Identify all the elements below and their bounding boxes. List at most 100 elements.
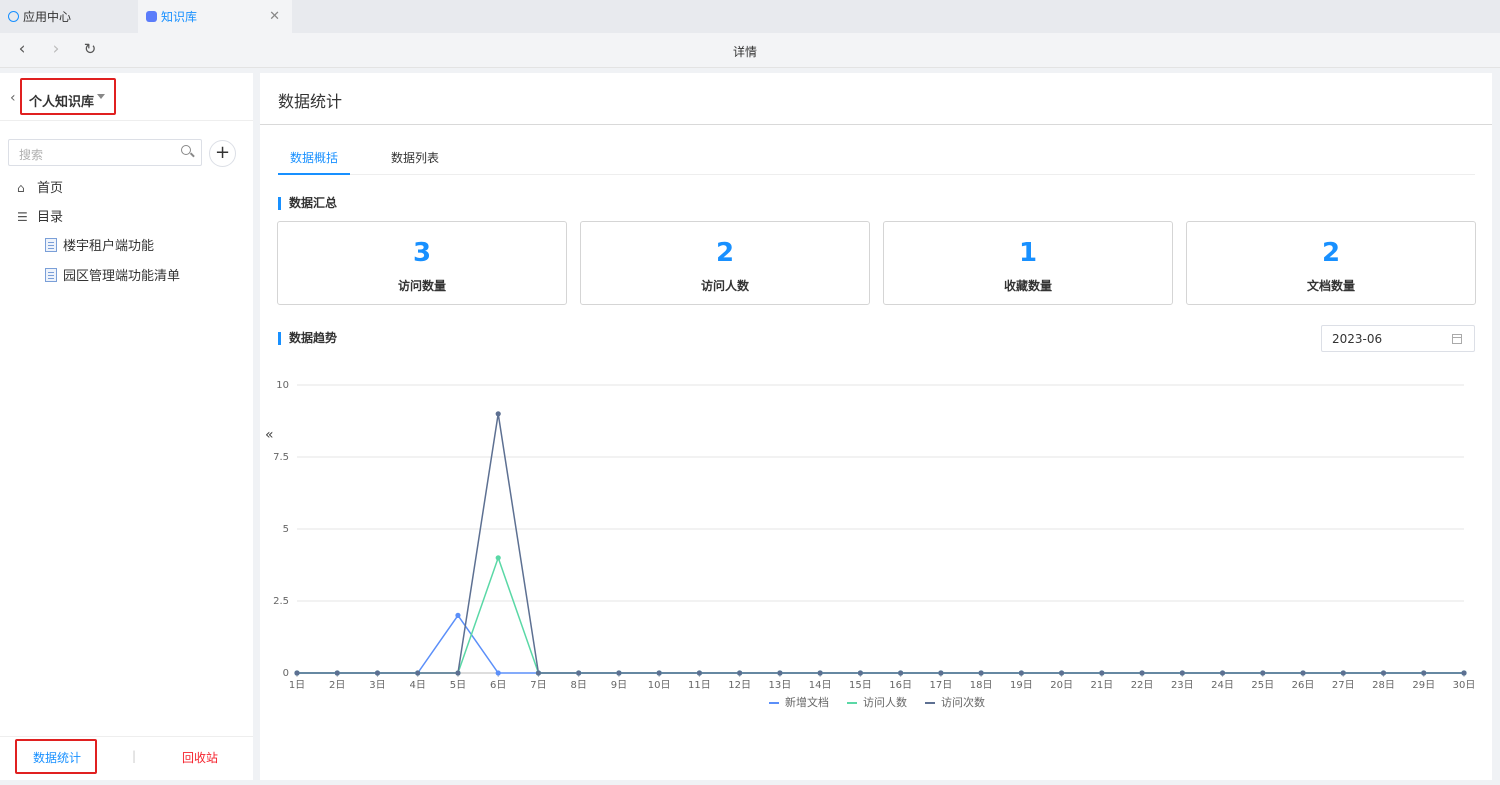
y-tick-label: 2.5: [273, 596, 289, 607]
series-line: [297, 614, 1464, 674]
search-input[interactable]: 搜索: [8, 139, 202, 166]
stat-value: 2: [715, 238, 735, 268]
trend-heading: 数据趋势: [278, 332, 337, 345]
data-point: [696, 670, 703, 676]
home-icon: ⌂: [17, 181, 25, 195]
app-center-icon: [8, 11, 19, 22]
data-point: [857, 670, 863, 676]
main-title: 数据统计: [278, 92, 343, 111]
main-panel: 数据统计 数据概括 数据列表 数据汇总 3 访问数量 2 访问人数 1 收藏数量…: [260, 73, 1492, 780]
data-point: [334, 670, 340, 676]
recycle-bin-link[interactable]: 回收站: [182, 749, 218, 766]
stat-label: 访问数量: [397, 279, 446, 293]
data-point: [415, 670, 421, 676]
sidebar-item-label: 目录: [37, 210, 64, 225]
tab-label: 应用中心: [23, 10, 72, 24]
data-point: [1018, 670, 1024, 676]
data-point: [616, 670, 622, 676]
knowledge-icon: [146, 11, 157, 22]
data-point: [495, 411, 501, 417]
sidebar: ‹ 个人知识库 搜索 + ⌂ 首页 ☰ 目录 楼宇租户端功能 园区管理端功能清单 数…: [0, 73, 253, 780]
x-tick-label: 22日: [1131, 680, 1154, 691]
search-placeholder: 搜索: [19, 148, 44, 162]
highlight-box: [15, 739, 97, 774]
legend-label: 新增文档: [785, 696, 829, 709]
search-icon[interactable]: [181, 145, 191, 155]
x-tick-label: 15日: [849, 680, 872, 691]
data-point: [1219, 670, 1226, 676]
x-tick-label: 21日: [1090, 680, 1113, 691]
x-tick-label: 7日: [530, 680, 546, 691]
doc-label: 楼宇租户端功能: [63, 239, 155, 254]
data-point: [777, 670, 783, 676]
legend-item[interactable]: 访问人数: [847, 694, 907, 710]
doc-item[interactable]: 园区管理端功能清单: [45, 265, 180, 284]
tab-bar: 应用中心 知识库 ✕: [0, 0, 1500, 33]
x-tick-label: 18日: [970, 680, 993, 691]
sidebar-item-catalog[interactable]: ☰ 目录: [17, 206, 63, 225]
y-tick-label: 5: [283, 524, 289, 535]
x-tick-label: 12日: [728, 680, 751, 691]
stat-card-visits: 3 访问数量: [277, 221, 567, 305]
legend-swatch: [925, 702, 935, 704]
data-point: [938, 670, 944, 676]
data-point: [535, 670, 542, 676]
stat-label: 收藏数量: [1003, 279, 1052, 293]
data-point: [455, 670, 461, 676]
close-icon[interactable]: ✕: [269, 9, 280, 24]
sidebar-footer: 数据统计 | 回收站: [0, 736, 253, 780]
tab-overview[interactable]: 数据概括: [278, 149, 351, 175]
stat-card-visitors: 2 访问人数: [580, 221, 870, 305]
doc-item[interactable]: 楼宇租户端功能: [45, 235, 154, 254]
chevron-left-icon[interactable]: ‹: [10, 90, 16, 106]
x-tick-label: 27日: [1332, 680, 1355, 691]
catalog-icon: ☰: [17, 210, 28, 224]
main-header: 数据统计: [260, 73, 1492, 125]
series-line: [297, 555, 1464, 674]
trend-chart: 0 2.5 5 7.5 10 1日 2日 3日 4日 5日 6日 7日 8日 9日 10日 11日 12日 13日…: [273, 380, 1476, 691]
y-tick-label: 7.5: [273, 452, 289, 463]
data-point: [1300, 670, 1306, 676]
data-point: [1421, 670, 1427, 676]
tab-app-center[interactable]: 应用中心: [0, 0, 138, 33]
month-picker[interactable]: 2023-06: [1321, 325, 1475, 352]
x-tick-label: 10日: [648, 680, 671, 691]
data-point: [1139, 670, 1145, 676]
x-tick-label: 11日: [688, 680, 711, 691]
data-point: [1380, 670, 1387, 676]
sidebar-item-label: 首页: [37, 181, 64, 196]
x-tick-label: 24日: [1211, 680, 1234, 691]
y-tick-label: 0: [283, 668, 289, 679]
x-tick-label: 2日: [329, 680, 345, 691]
tab-label: 知识库: [161, 10, 198, 24]
stat-value: 2: [1321, 238, 1341, 268]
data-point: [495, 555, 501, 561]
legend-item[interactable]: 访问次数: [925, 694, 985, 710]
tab-knowledge-base[interactable]: 知识库 ✕: [138, 0, 292, 33]
nav-bar: ‹ › ↻ 详情: [0, 33, 1500, 68]
x-tick-label: 5日: [450, 680, 466, 691]
x-tick-label: 26日: [1292, 680, 1315, 691]
summary-heading: 数据汇总: [278, 197, 337, 210]
y-tick-label: 10: [276, 380, 289, 391]
data-point: [1058, 670, 1065, 676]
doc-label: 园区管理端功能清单: [63, 269, 181, 284]
data-point: [898, 670, 904, 676]
x-tick-label: 28日: [1372, 680, 1395, 691]
data-point: [294, 670, 300, 676]
data-point: [737, 670, 743, 676]
x-tick-label: 6日: [490, 680, 506, 691]
add-button[interactable]: +: [209, 140, 236, 167]
data-point: [978, 670, 984, 676]
divider: |: [132, 749, 137, 763]
legend-item[interactable]: 新增文档: [769, 694, 829, 710]
tab-list[interactable]: 数据列表: [391, 149, 439, 175]
stat-label: 访问人数: [700, 279, 749, 293]
highlight-box: [20, 78, 116, 115]
sidebar-item-home[interactable]: ⌂ 首页: [17, 177, 63, 196]
x-tick-label: 30日: [1453, 680, 1476, 691]
legend-swatch: [847, 702, 857, 704]
data-point: [1260, 670, 1266, 676]
x-tick-label: 25日: [1251, 680, 1274, 691]
x-tick-label: 17日: [929, 680, 952, 691]
